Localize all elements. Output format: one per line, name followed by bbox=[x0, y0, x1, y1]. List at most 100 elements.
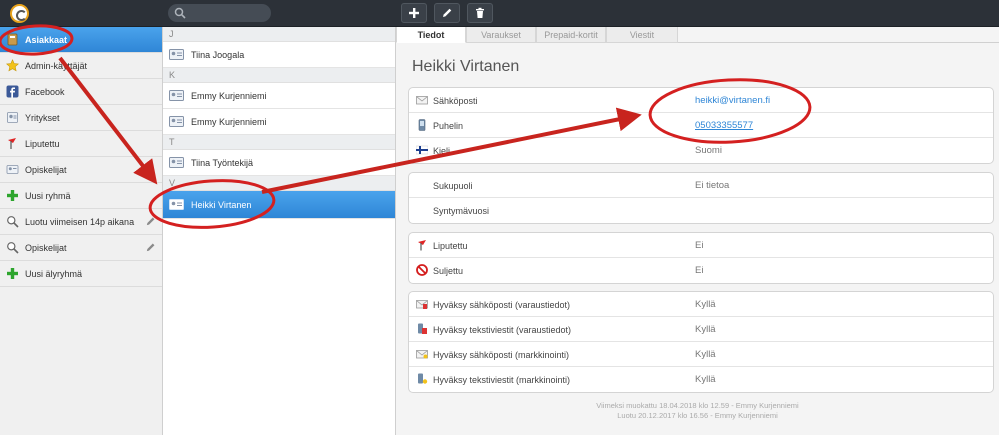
contact-card-icon bbox=[169, 116, 184, 127]
field-label: Sähköposti bbox=[433, 96, 478, 106]
pencil-icon bbox=[443, 8, 452, 17]
finnish-flag-icon bbox=[416, 145, 428, 155]
tab-varaukset[interactable]: Varaukset bbox=[466, 27, 536, 43]
phone-star-icon bbox=[418, 373, 428, 384]
modified-info: Viimeksi muokattu 18.04.2018 klo 12.59 -… bbox=[596, 401, 799, 410]
field-label: Suljettu bbox=[433, 266, 464, 276]
app-logo-icon[interactable] bbox=[10, 4, 29, 23]
letter-divider: T bbox=[163, 135, 395, 150]
sidebar-item-uusi-ryhma[interactable]: Uusi ryhmä bbox=[0, 183, 162, 209]
plus-icon bbox=[6, 189, 19, 202]
page-title: Heikki Virtanen bbox=[412, 58, 520, 75]
sidebar-item-opiskelijat-smart[interactable]: Opiskelijat bbox=[0, 235, 162, 261]
facebook-icon bbox=[6, 85, 19, 98]
building-icon bbox=[6, 111, 19, 124]
search-icon bbox=[6, 215, 19, 228]
plus-icon bbox=[6, 267, 19, 280]
flag-icon bbox=[418, 240, 426, 251]
field-label: Kieli bbox=[433, 146, 451, 156]
field-value: Ei bbox=[695, 265, 704, 276]
mobile-phone-icon bbox=[418, 119, 426, 131]
field-value: Ei tietoa bbox=[695, 180, 730, 191]
sidebar-item-asiakkaat[interactable]: Asiakkaat bbox=[0, 27, 162, 53]
field-label: Hyväksy sähköposti (markkinointi) bbox=[433, 350, 570, 360]
pencil-icon[interactable] bbox=[145, 242, 156, 253]
contact-info-group: Sähköposti heikki@virtanen.fi Puhelin 05… bbox=[408, 87, 994, 164]
sidebar-item-facebook[interactable]: Facebook bbox=[0, 79, 162, 105]
sidebar-item-admin-kayttajat[interactable]: Admin-käyttäjät bbox=[0, 53, 162, 79]
tab-viestit[interactable]: Viestit bbox=[606, 27, 678, 43]
sidebar-item-liputettu[interactable]: Liputettu bbox=[0, 131, 162, 157]
field-label: Sukupuoli bbox=[433, 181, 473, 191]
field-value: Kyllä bbox=[695, 374, 716, 385]
search-icon bbox=[6, 241, 19, 254]
trash-icon bbox=[476, 7, 484, 18]
contact-card-icon bbox=[169, 157, 184, 168]
card-icon bbox=[6, 163, 19, 176]
detail-panel: Tiedot Varaukset Prepaid-kortit Viestit … bbox=[396, 27, 999, 435]
created-info: Luotu 20.12.2017 klo 16.56 - Emmy Kurjen… bbox=[617, 411, 778, 420]
add-button[interactable] bbox=[401, 3, 427, 23]
search-input[interactable] bbox=[188, 6, 266, 20]
sidebar-item-uusi-alyryhma[interactable]: Uusi älyryhmä bbox=[0, 261, 162, 287]
sidebar-item-label: Luotu viimeisen 14p aikana bbox=[25, 216, 135, 227]
edit-button[interactable] bbox=[434, 3, 460, 23]
pencil-icon[interactable] bbox=[145, 216, 156, 227]
envelope-document-icon bbox=[416, 300, 428, 309]
sidebar-item-yritykset[interactable]: Yritykset bbox=[0, 105, 162, 131]
consent-email-booking-row: Hyväksy sähköposti (varaustiedot) Kyllä bbox=[409, 292, 993, 317]
search-box[interactable] bbox=[168, 4, 271, 22]
field-label: Hyväksy tekstiviestit (markkinointi) bbox=[433, 375, 571, 385]
contact-name: Tiina Joogala bbox=[191, 49, 245, 60]
sidebar-item-luotu-14p[interactable]: Luotu viimeisen 14p aikana bbox=[0, 209, 162, 235]
contact-list: J Tiina Joogala K Emmy Kurjenniemi Emmy … bbox=[163, 27, 396, 435]
birth-year-row: Syntymävuosi bbox=[409, 198, 993, 223]
sidebar-item-label: Liputettu bbox=[25, 138, 60, 149]
field-label: Hyväksy tekstiviestit (varaustiedot) bbox=[433, 325, 572, 335]
field-label: Puhelin bbox=[433, 121, 464, 131]
tab-tiedot[interactable]: Tiedot bbox=[396, 27, 466, 43]
status-group: Liputettu Ei Suljettu Ei bbox=[408, 232, 994, 284]
list-item[interactable]: Emmy Kurjenniemi bbox=[163, 109, 395, 135]
list-item[interactable]: Tiina Joogala bbox=[163, 42, 395, 68]
field-value: Kyllä bbox=[695, 349, 716, 360]
sidebar-item-label: Admin-käyttäjät bbox=[25, 60, 88, 71]
field-value: Suomi bbox=[695, 145, 722, 156]
sidebar-item-label: Opiskelijat bbox=[25, 164, 67, 175]
search-icon bbox=[174, 7, 186, 19]
email-link[interactable]: heikki@virtanen.fi bbox=[695, 95, 770, 106]
field-label: Hyväksy sähköposti (varaustiedot) bbox=[433, 300, 571, 310]
sidebar-item-label: Asiakkaat bbox=[25, 34, 68, 45]
contact-name: Emmy Kurjenniemi bbox=[191, 90, 267, 101]
field-value: Kyllä bbox=[695, 299, 716, 310]
address-book-icon bbox=[6, 33, 19, 46]
field-value: Ei bbox=[695, 240, 704, 251]
contact-card-icon bbox=[169, 199, 184, 210]
email-row: Sähköposti heikki@virtanen.fi bbox=[409, 88, 993, 113]
consent-email-marketing-row: Hyväksy sähköposti (markkinointi) Kyllä bbox=[409, 342, 993, 367]
tab-bar: Tiedot Varaukset Prepaid-kortit Viestit bbox=[396, 27, 999, 43]
contact-card-icon bbox=[169, 49, 184, 60]
letter-divider: V bbox=[163, 176, 395, 191]
sidebar: Asiakkaat Admin-käyttäjät Facebook Yrity… bbox=[0, 27, 163, 435]
consent-sms-booking-row: Hyväksy tekstiviestit (varaustiedot) Kyl… bbox=[409, 317, 993, 342]
sidebar-item-opiskelijat[interactable]: Opiskelijat bbox=[0, 157, 162, 183]
list-item-selected[interactable]: Heikki Virtanen bbox=[163, 191, 395, 219]
flag-icon bbox=[6, 137, 19, 150]
phone-link[interactable]: 05033355577 bbox=[695, 120, 753, 131]
top-bar bbox=[0, 0, 999, 27]
sidebar-item-label: Uusi ryhmä bbox=[25, 190, 71, 201]
flagged-row: Liputettu Ei bbox=[409, 233, 993, 258]
envelope-star-icon bbox=[416, 350, 428, 359]
sidebar-item-label: Uusi älyryhmä bbox=[25, 268, 83, 279]
closed-row: Suljettu Ei bbox=[409, 258, 993, 283]
list-item[interactable]: Emmy Kurjenniemi bbox=[163, 83, 395, 109]
contact-name: Heikki Virtanen bbox=[191, 199, 252, 210]
delete-button[interactable] bbox=[467, 3, 493, 23]
sidebar-item-label: Yritykset bbox=[25, 112, 60, 123]
field-value: Kyllä bbox=[695, 324, 716, 335]
tab-prepaid-kortit[interactable]: Prepaid-kortit bbox=[536, 27, 606, 43]
gender-row: Sukupuoli Ei tietoa bbox=[409, 173, 993, 198]
list-item[interactable]: Tiina Työntekijä bbox=[163, 150, 395, 176]
plus-icon bbox=[409, 8, 419, 18]
